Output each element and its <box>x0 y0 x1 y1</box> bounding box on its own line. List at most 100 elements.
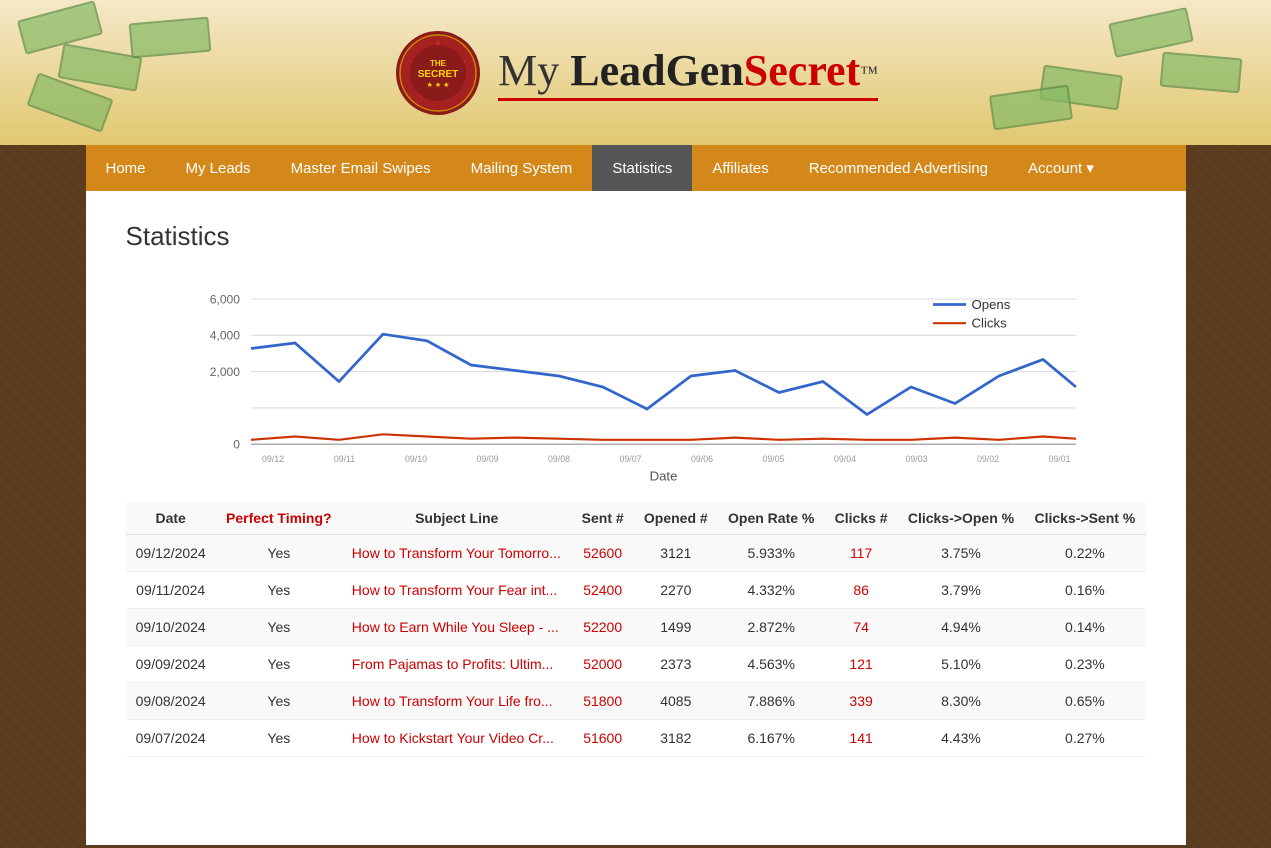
svg-text:09/12: 09/12 <box>261 454 283 464</box>
cell-open-rate: 6.167% <box>718 720 825 757</box>
cell-clicks-sent: 0.27% <box>1024 720 1145 757</box>
col-perfect-timing: Perfect Timing? <box>216 502 342 535</box>
header-banner: THE SECRET ★ ★ ★ My LeadGenSecret™ <box>0 0 1271 145</box>
svg-text:09/11: 09/11 <box>333 454 354 464</box>
cell-subject[interactable]: From Pajamas to Profits: Ultim... <box>342 646 572 683</box>
cell-subject[interactable]: How to Earn While You Sleep - ... <box>342 609 572 646</box>
col-subject-line: Subject Line <box>342 502 572 535</box>
page-title: Statistics <box>126 221 1146 252</box>
cell-perfect-timing: Yes <box>216 683 342 720</box>
svg-text:Opens: Opens <box>971 297 1010 312</box>
table-row: 09/09/2024 Yes From Pajamas to Profits: … <box>126 646 1146 683</box>
col-sent: Sent # <box>572 502 634 535</box>
svg-text:09/05: 09/05 <box>762 454 784 464</box>
logo-area: THE SECRET ★ ★ ★ My LeadGenSecret™ <box>393 28 878 118</box>
cell-clicks[interactable]: 117 <box>825 535 898 572</box>
nav-statistics[interactable]: Statistics <box>592 145 692 191</box>
cell-clicks-sent: 0.16% <box>1024 572 1145 609</box>
cell-clicks-open: 3.75% <box>898 535 1025 572</box>
svg-text:SECRET: SECRET <box>418 69 459 80</box>
nav-my-leads[interactable]: My Leads <box>166 145 271 191</box>
seal-logo: THE SECRET ★ ★ ★ <box>393 28 483 118</box>
cell-subject[interactable]: How to Transform Your Fear int... <box>342 572 572 609</box>
table-row: 09/10/2024 Yes How to Earn While You Sle… <box>126 609 1146 646</box>
svg-text:0: 0 <box>233 438 240 452</box>
svg-text:2,000: 2,000 <box>209 365 240 379</box>
svg-text:09/08: 09/08 <box>547 454 569 464</box>
table-row: 09/08/2024 Yes How to Transform Your Lif… <box>126 683 1146 720</box>
col-clicks-sent: Clicks->Sent % <box>1024 502 1145 535</box>
cell-opened: 4085 <box>634 683 718 720</box>
cell-clicks-sent: 0.23% <box>1024 646 1145 683</box>
svg-text:Clicks: Clicks <box>971 316 1007 331</box>
cell-clicks-sent: 0.22% <box>1024 535 1145 572</box>
svg-text:09/03: 09/03 <box>905 454 927 464</box>
cell-open-rate: 2.872% <box>718 609 825 646</box>
cell-clicks-open: 5.10% <box>898 646 1025 683</box>
cell-perfect-timing: Yes <box>216 609 342 646</box>
cell-subject[interactable]: How to Kickstart Your Video Cr... <box>342 720 572 757</box>
cell-date: 09/11/2024 <box>126 572 216 609</box>
cell-clicks[interactable]: 86 <box>825 572 898 609</box>
svg-text:Date: Date <box>649 469 677 484</box>
nav-recommended-advertising[interactable]: Recommended Advertising <box>789 145 1008 191</box>
cell-sent[interactable]: 51800 <box>572 683 634 720</box>
cell-date: 09/09/2024 <box>126 646 216 683</box>
svg-text:09/01: 09/01 <box>1048 454 1070 464</box>
cell-subject[interactable]: How to Transform Your Tomorro... <box>342 535 572 572</box>
nav-master-email-swipes[interactable]: Master Email Swipes <box>271 145 451 191</box>
cell-clicks[interactable]: 121 <box>825 646 898 683</box>
cell-clicks[interactable]: 74 <box>825 609 898 646</box>
svg-text:4,000: 4,000 <box>209 329 240 343</box>
cell-clicks-sent: 0.14% <box>1024 609 1145 646</box>
cell-date: 09/07/2024 <box>126 720 216 757</box>
col-clicks: Clicks # <box>825 502 898 535</box>
cell-perfect-timing: Yes <box>216 535 342 572</box>
brand-name: My LeadGenSecret™ <box>498 45 878 101</box>
cell-date: 09/12/2024 <box>126 535 216 572</box>
col-opened: Opened # <box>634 502 718 535</box>
cell-clicks[interactable]: 141 <box>825 720 898 757</box>
svg-text:09/04: 09/04 <box>833 454 855 464</box>
nav-account[interactable]: Account ▾ <box>1008 145 1114 191</box>
cell-subject[interactable]: How to Transform Your Life fro... <box>342 683 572 720</box>
svg-text:★ ★ ★: ★ ★ ★ <box>427 81 450 89</box>
page-content: Statistics 6,000 4,000 2,000 0 <box>86 191 1186 787</box>
cell-sent[interactable]: 51600 <box>572 720 634 757</box>
statistics-table: Date Perfect Timing? Subject Line Sent #… <box>126 502 1146 757</box>
cell-opened: 2373 <box>634 646 718 683</box>
cell-date: 09/08/2024 <box>126 683 216 720</box>
cell-date: 09/10/2024 <box>126 609 216 646</box>
svg-text:09/06: 09/06 <box>690 454 712 464</box>
svg-text:09/09: 09/09 <box>476 454 498 464</box>
cell-clicks-sent: 0.65% <box>1024 683 1145 720</box>
nav-home[interactable]: Home <box>86 145 166 191</box>
chart-area: 6,000 4,000 2,000 0 09/12 09/11 09/10 09… <box>126 277 1146 502</box>
cell-perfect-timing: Yes <box>216 646 342 683</box>
nav-affiliates[interactable]: Affiliates <box>692 145 788 191</box>
cell-open-rate: 5.933% <box>718 535 825 572</box>
nav-mailing-system[interactable]: Mailing System <box>451 145 593 191</box>
col-clicks-open: Clicks->Open % <box>898 502 1025 535</box>
cell-opened: 3121 <box>634 535 718 572</box>
col-open-rate: Open Rate % <box>718 502 825 535</box>
svg-text:09/02: 09/02 <box>976 454 998 464</box>
cell-open-rate: 4.332% <box>718 572 825 609</box>
cell-sent[interactable]: 52600 <box>572 535 634 572</box>
cell-sent[interactable]: 52200 <box>572 609 634 646</box>
cell-clicks-open: 3.79% <box>898 572 1025 609</box>
navigation: Home My Leads Master Email Swipes Mailin… <box>86 145 1186 191</box>
table-row: 09/11/2024 Yes How to Transform Your Fea… <box>126 572 1146 609</box>
cell-opened: 2270 <box>634 572 718 609</box>
cell-opened: 1499 <box>634 609 718 646</box>
cell-clicks-open: 4.43% <box>898 720 1025 757</box>
table-row: 09/12/2024 Yes How to Transform Your Tom… <box>126 535 1146 572</box>
cell-sent[interactable]: 52400 <box>572 572 634 609</box>
svg-text:THE: THE <box>430 59 447 68</box>
cell-sent[interactable]: 52000 <box>572 646 634 683</box>
svg-text:09/10: 09/10 <box>404 454 426 464</box>
cell-open-rate: 7.886% <box>718 683 825 720</box>
cell-clicks[interactable]: 339 <box>825 683 898 720</box>
cell-perfect-timing: Yes <box>216 572 342 609</box>
cell-perfect-timing: Yes <box>216 720 342 757</box>
